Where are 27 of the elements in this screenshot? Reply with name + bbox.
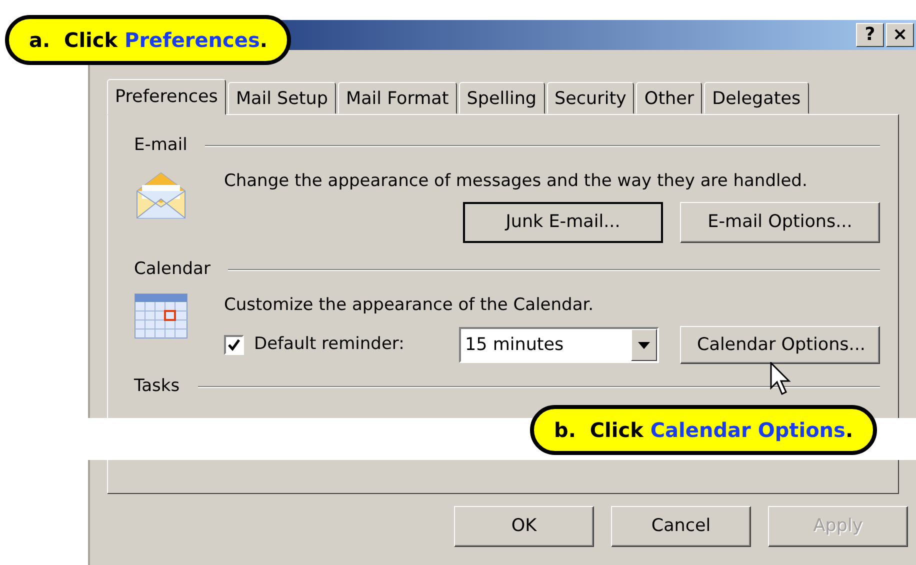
description: Customize the appearance of the Calendar.	[224, 294, 595, 316]
close-button[interactable]: ×	[886, 23, 914, 47]
dropdown-arrow-icon	[638, 342, 650, 348]
checkbox[interactable]	[224, 335, 244, 355]
tab[interactable]: Preferences	[107, 79, 226, 115]
email-options-button[interactable]: E-mail Options...	[680, 202, 880, 243]
calendar-options-button[interactable]: Calendar Options...	[680, 326, 880, 364]
tab[interactable]: Spelling	[458, 82, 545, 114]
checkbox-label: Default reminder:	[254, 333, 406, 356]
cancel-button[interactable]: Cancel	[611, 506, 751, 547]
tab[interactable]: Other	[636, 82, 702, 114]
callout: a. Click Preferences.	[5, 15, 292, 65]
description: Change the appearance of messages and the way they are handled.	[224, 170, 808, 192]
calendar-icon	[134, 292, 188, 338]
section-heading: Calendar	[134, 258, 210, 281]
callout: b. Click Calendar Options.	[530, 405, 878, 455]
tab[interactable]: Security	[546, 82, 634, 114]
ok-button[interactable]: OK	[454, 506, 594, 547]
section-heading: E-mail	[134, 134, 188, 157]
reminder-dropdown[interactable]: 15 minutes	[459, 327, 659, 363]
tab[interactable]: Delegates	[704, 82, 809, 114]
junk-email-button[interactable]: Junk E-mail...	[463, 202, 663, 243]
tab[interactable]: Mail Format	[338, 82, 457, 114]
tab[interactable]: Mail Setup	[228, 82, 336, 114]
section-heading: Tasks	[134, 375, 180, 398]
cursor-icon	[770, 362, 794, 396]
help-button[interactable]: ?	[856, 23, 884, 47]
